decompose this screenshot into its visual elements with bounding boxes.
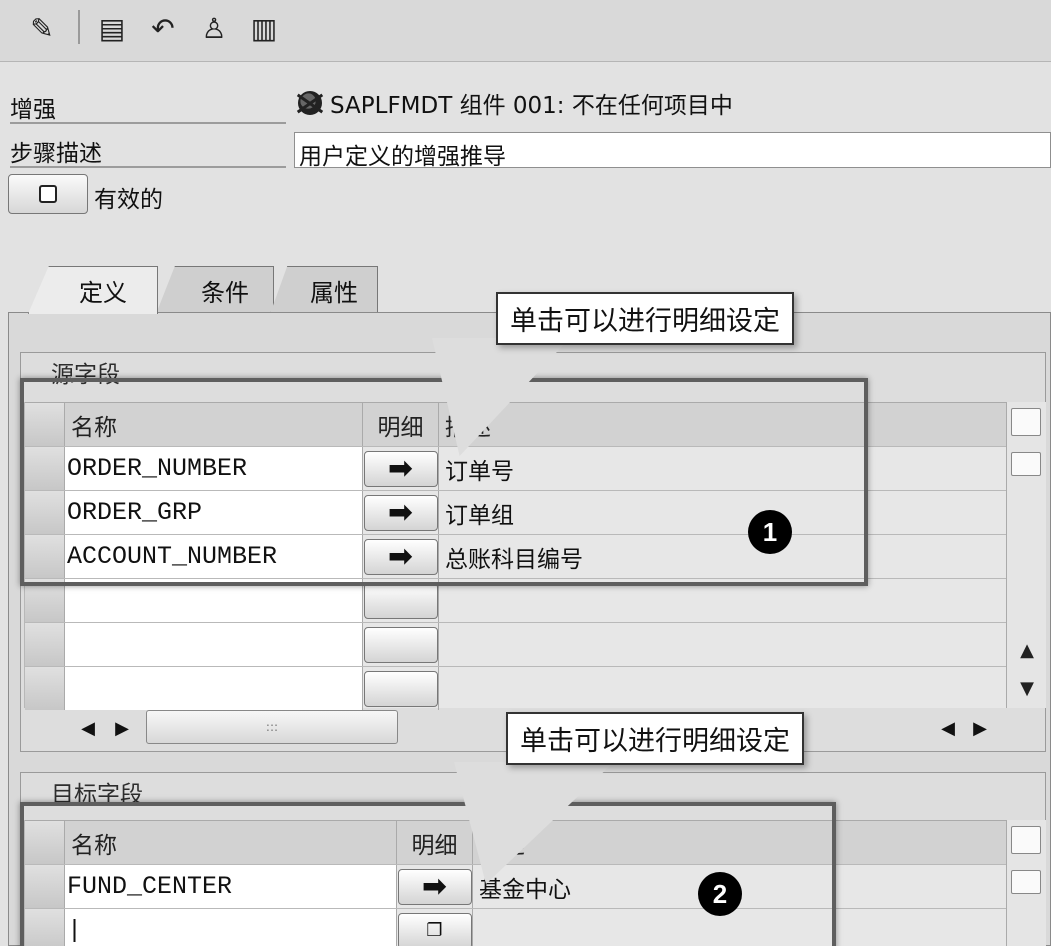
- tab-attributes[interactable]: 属性: [270, 266, 378, 314]
- enhancement-label: 增强: [10, 97, 56, 123]
- scroll-left-icon[interactable]: ◀: [934, 714, 962, 742]
- scroll-thumb[interactable]: [1011, 826, 1041, 854]
- row-selector[interactable]: [25, 535, 65, 578]
- checkbox-icon: [39, 185, 57, 203]
- scroll-thumb[interactable]: [1011, 870, 1041, 894]
- horizontal-scroll-thumb[interactable]: :::: [146, 710, 398, 744]
- callout-1: 单击可以进行明细设定: [496, 292, 794, 345]
- copy-icon[interactable]: ❐: [397, 912, 472, 946]
- field-name-cell[interactable]: [65, 579, 363, 622]
- field-name-cell[interactable]: ORDER_NUMBER: [65, 447, 363, 490]
- detail-button[interactable]: [363, 582, 438, 619]
- row-selector[interactable]: [25, 909, 65, 946]
- row-selector[interactable]: [25, 447, 65, 490]
- scroll-down-icon[interactable]: ▼: [1011, 676, 1043, 700]
- row-selector[interactable]: [25, 821, 65, 864]
- arrow-right-icon[interactable]: ➡: [363, 538, 438, 575]
- detail-cell: [363, 667, 439, 710]
- table-row: | ❐: [25, 908, 1006, 946]
- col-desc-header: 描述: [479, 832, 525, 859]
- target-header-row: 名称 明细 描述: [25, 820, 1006, 864]
- source-header-row: 名称 明细 描述: [25, 402, 1006, 446]
- callout-2: 单击可以进行明细设定: [506, 712, 804, 765]
- tab-conditions[interactable]: 条件: [156, 266, 274, 314]
- edit-pencil-icon[interactable]: ✎: [24, 10, 60, 46]
- detail-cell: [363, 623, 439, 666]
- marker-1: 1: [748, 510, 792, 554]
- source-fields-table: 名称 明细 描述 ORDER_NUMBER ➡ 订单号 ORDER_GRP ➡ …: [24, 402, 1006, 710]
- active-checkbox-button[interactable]: [8, 174, 88, 214]
- enhancement-label-line: [10, 122, 286, 124]
- user-icon[interactable]: ♙: [196, 10, 232, 46]
- toolbar-separator: [78, 10, 80, 44]
- main-page: 增强 SAPLFMDT 组件 001: 不在任何项目中 步骤描述 用户定义的增强…: [0, 62, 1051, 946]
- detail-button[interactable]: [363, 626, 438, 663]
- arrow-right-icon[interactable]: ➡: [363, 450, 438, 487]
- row-selector[interactable]: [25, 491, 65, 534]
- scroll-up-icon[interactable]: ▲: [1011, 638, 1043, 662]
- detail-cell: ➡: [363, 491, 439, 534]
- scroll-right-icon[interactable]: ▶: [108, 714, 136, 742]
- field-name-cell[interactable]: FUND_CENTER: [65, 865, 397, 908]
- row-selector[interactable]: [25, 865, 65, 908]
- description-cell: 总账科目编号: [445, 546, 583, 573]
- active-label: 有效的: [94, 187, 163, 213]
- detail-button[interactable]: [363, 670, 438, 707]
- inactive-status-icon: [298, 91, 322, 115]
- scroll-right-icon[interactable]: ▶: [966, 714, 994, 742]
- table-row: ORDER_GRP ➡ 订单组: [25, 490, 1006, 534]
- field-name-cell[interactable]: [65, 667, 363, 710]
- document-icon[interactable]: ▥: [246, 10, 282, 46]
- col-name-header: 名称: [65, 821, 397, 864]
- field-name-cell[interactable]: ORDER_GRP: [65, 491, 363, 534]
- table-row: [25, 622, 1006, 666]
- col-name-header: 名称: [65, 403, 363, 446]
- target-fields-table: 名称 明细 描述 FUND_CENTER ➡ 基金中心 | ❐: [24, 820, 1006, 946]
- detail-cell: ➡: [363, 535, 439, 578]
- undo-icon[interactable]: ↶: [145, 10, 181, 46]
- row-selector[interactable]: [25, 667, 65, 710]
- scroll-left-icon[interactable]: ◀: [74, 714, 102, 742]
- row-selector[interactable]: [25, 623, 65, 666]
- scroll-thumb[interactable]: [1011, 408, 1041, 436]
- description-cell: 订单号: [445, 458, 514, 485]
- marker-2: 2: [698, 872, 742, 916]
- col-desc-header: 描述: [445, 414, 491, 441]
- row-selector[interactable]: [25, 579, 65, 622]
- save-icon[interactable]: ▤: [94, 10, 130, 46]
- detail-cell: ➡: [397, 865, 473, 908]
- detail-cell: ➡: [363, 447, 439, 490]
- step-label-line: [10, 166, 286, 168]
- description-cell: 基金中心: [479, 876, 571, 903]
- row-selector[interactable]: [25, 403, 65, 446]
- detail-cell: ❐: [397, 909, 473, 946]
- table-row: FUND_CENTER ➡ 基金中心: [25, 864, 1006, 908]
- col-detail-header: 明细: [397, 821, 473, 864]
- field-name-cell[interactable]: ACCOUNT_NUMBER: [65, 535, 363, 578]
- target-fields-title: 目标字段: [51, 782, 143, 808]
- enhancement-value-text: SAPLFMDT 组件 001: 不在任何项目中: [330, 93, 733, 119]
- description-cell: 订单组: [445, 502, 514, 529]
- step-description-input[interactable]: 用户定义的增强推导: [294, 132, 1051, 170]
- table-row: [25, 578, 1006, 622]
- arrow-right-icon[interactable]: ➡: [397, 868, 472, 905]
- detail-cell: [363, 579, 439, 622]
- table-row: ORDER_NUMBER ➡ 订单号: [25, 446, 1006, 490]
- step-description-label: 步骤描述: [10, 141, 102, 167]
- field-name-cell[interactable]: [65, 623, 363, 666]
- table-row: ACCOUNT_NUMBER ➡ 总账科目编号: [25, 534, 1006, 578]
- target-vertical-scrollbar[interactable]: [1006, 820, 1046, 946]
- tab-definition[interactable]: 定义: [28, 266, 158, 314]
- source-vertical-scrollbar[interactable]: ▲ ▼: [1006, 402, 1046, 708]
- scroll-thumb[interactable]: [1011, 452, 1041, 476]
- arrow-right-icon[interactable]: ➡: [363, 494, 438, 531]
- field-name-input[interactable]: |: [65, 909, 397, 946]
- col-detail-header: 明细: [363, 403, 439, 446]
- table-row: [25, 666, 1006, 710]
- source-fields-title: 源字段: [51, 362, 120, 388]
- enhancement-value: SAPLFMDT 组件 001: 不在任何项目中: [298, 86, 733, 120]
- toolbar: ✎ ▤ ↶ ♙ ▥: [0, 0, 1051, 62]
